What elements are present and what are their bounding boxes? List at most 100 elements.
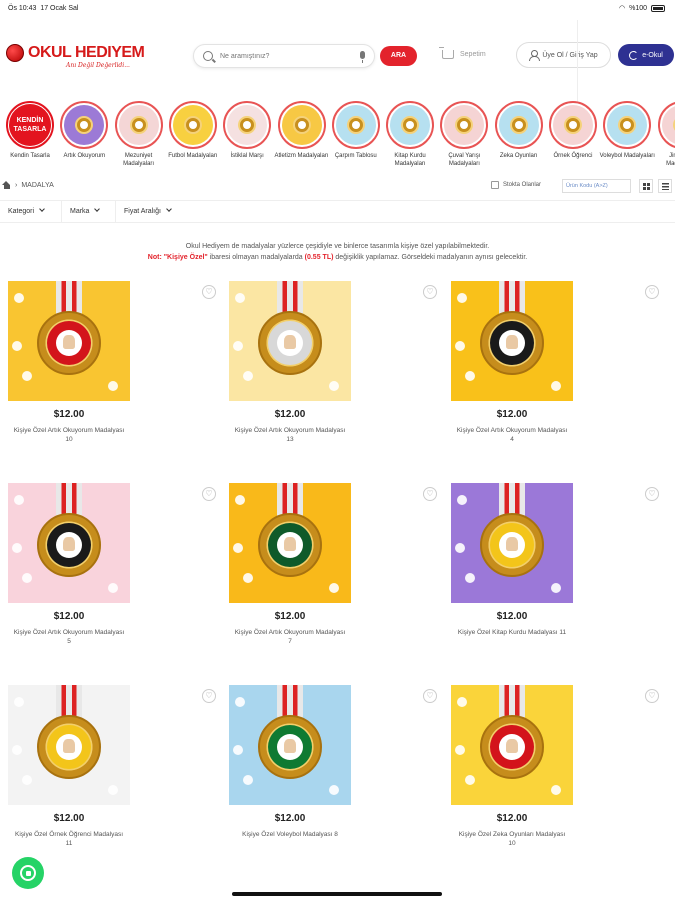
favorite-heart-icon[interactable]: ♡ [202, 285, 216, 299]
category-item[interactable]: Artık Okuyorum [56, 101, 112, 160]
category-item[interactable]: Zeka Oyunları [491, 101, 547, 160]
in-stock-filter[interactable]: Stokta Olanlar [491, 181, 541, 189]
medal-photo [499, 330, 525, 356]
category-label: Kitap Kurdu Madalyaları [394, 153, 426, 167]
product-card[interactable]: $12.00 Kişiye Özel Zeka Oyunları Madalyas… [451, 685, 573, 848]
category-item[interactable]: Çuval Yarışı Madalyaları [436, 101, 492, 168]
product-image[interactable] [8, 685, 130, 805]
flower-decoration [22, 371, 32, 381]
search-icon [203, 51, 213, 61]
whatsapp-button[interactable] [12, 857, 44, 889]
filter-price[interactable]: Fiyat Aralığı [116, 201, 192, 223]
category-item[interactable]: Jimnastik Madalyaları [654, 101, 675, 168]
product-name[interactable]: Kişiye Özel Artık Okuyorum Madalyası 13 [229, 426, 351, 444]
product-card[interactable]: $12.00 Kişiye Özel Kitap Kurdu Madalyası … [451, 483, 573, 637]
in-stock-checkbox[interactable] [491, 181, 499, 189]
category-circle [114, 101, 163, 149]
flower-decoration [14, 697, 24, 707]
category-item[interactable]: Kitap Kurdu Madalyaları [382, 101, 438, 168]
product-name[interactable]: Kişiye Özel Örnek Öğrenci Madalyası 11 [8, 830, 130, 848]
product-card[interactable]: $12.00 Kişiye Özel Voleybol Madalyası 8 [229, 685, 351, 839]
category-item[interactable]: Çarpım Tablosu [328, 101, 384, 160]
medal-photo [56, 330, 82, 356]
medal-ribbon [56, 685, 82, 719]
favorite-heart-icon[interactable]: ♡ [645, 689, 659, 703]
favorite-heart-icon[interactable]: ♡ [645, 285, 659, 299]
flower-decoration [235, 495, 245, 505]
favorite-heart-icon[interactable]: ♡ [423, 689, 437, 703]
product-card[interactable]: $12.00 Kişiye Özel Örnek Öğrenci Madalyas… [8, 685, 130, 848]
favorite-heart-icon[interactable]: ♡ [423, 487, 437, 501]
category-label: Çarpım Tablosu [334, 153, 377, 159]
product-image[interactable] [8, 281, 130, 401]
filter-category[interactable]: Kategori [0, 201, 62, 223]
product-name[interactable]: Kişiye Özel Artık Okuyorum Madalyası 4 [451, 426, 573, 444]
info-line-2: Not: "Kişiye Özel" ibaresi olmayan madal… [147, 254, 528, 261]
medal [480, 513, 544, 577]
medal-icon [292, 116, 311, 134]
category-item[interactable]: Mezuniyet Madalyaları [111, 101, 167, 168]
eokul-button[interactable]: e-Okul [618, 44, 674, 66]
filter-brand[interactable]: Marka [62, 201, 116, 223]
chevron-down-icon [166, 206, 172, 212]
cart-link[interactable]: Sepetim [439, 47, 486, 59]
product-price: $12.00 [53, 611, 85, 622]
product-card[interactable]: $12.00 Kişiye Özel Artık Okuyorum Madalya… [8, 483, 130, 646]
product-name[interactable]: Kişiye Özel Voleybol Madalyası 8 [229, 830, 351, 839]
product-image[interactable] [229, 281, 351, 401]
medal-ribbon [499, 483, 525, 517]
microphone-icon[interactable] [360, 51, 365, 63]
favorite-heart-icon[interactable]: ♡ [202, 689, 216, 703]
flower-decoration [329, 785, 339, 795]
medal [37, 311, 101, 375]
search-button[interactable]: ARA [380, 46, 417, 66]
medal-icon [455, 116, 474, 134]
medal-icon [401, 116, 420, 134]
product-image[interactable] [451, 483, 573, 603]
product-name[interactable]: Kişiye Özel Artık Okuyorum Madalyası 7 [229, 628, 351, 646]
category-item[interactable]: Atletizm Madalyaları [274, 101, 330, 160]
favorite-heart-icon[interactable]: ♡ [423, 285, 437, 299]
product-image[interactable] [229, 483, 351, 603]
product-name[interactable]: Kişiye Özel Artık Okuyorum Madalyası 5 [8, 628, 130, 646]
list-view-button[interactable] [658, 179, 672, 193]
product-card[interactable]: $12.00 Kişiye Özel Artık Okuyorum Madalya… [451, 281, 573, 444]
category-item[interactable]: KENDİN TASARLA Kendin Tasarla [2, 101, 58, 160]
battery-icon [651, 4, 665, 12]
sort-select[interactable]: Ürün Kodu (A>Z) [562, 179, 631, 193]
grid-view-button[interactable] [639, 179, 653, 193]
logo[interactable]: OKUL HEDIYEM Anı Değil Değerlidi... [6, 42, 156, 72]
product-card[interactable]: $12.00 Kişiye Özel Artık Okuyorum Madalya… [229, 281, 351, 444]
wifi-icon: ◠ [618, 5, 626, 12]
category-item[interactable]: Örnek Öğrenci [545, 101, 601, 160]
medal-photo [277, 330, 303, 356]
flower-decoration [243, 775, 253, 785]
category-item[interactable]: İstiklal Marşı [219, 101, 275, 160]
search-box [193, 44, 375, 68]
grid-icon [642, 182, 650, 190]
site-header: OKUL HEDIYEM Anı Değil Değerlidi... ARA … [0, 38, 675, 78]
category-item[interactable]: Futbol Madalyaları [165, 101, 221, 160]
product-card[interactable]: $12.00 Kişiye Özel Artık Okuyorum Madalya… [8, 281, 130, 444]
product-name[interactable]: Kişiye Özel Zeka Oyunları Madalyası 10 [451, 830, 573, 848]
product-card[interactable]: $12.00 Kişiye Özel Artık Okuyorum Madalya… [229, 483, 351, 646]
product-name[interactable]: Kişiye Özel Artık Okuyorum Madalyası 10 [8, 426, 130, 444]
product-image[interactable] [451, 281, 573, 401]
product-name[interactable]: Kişiye Özel Kitap Kurdu Madalyası 11 [451, 628, 573, 637]
battery-percent: %100 [629, 4, 647, 12]
product-image[interactable] [8, 483, 130, 603]
login-button[interactable]: Üye Ol / Giriş Yap [516, 42, 611, 68]
product-image[interactable] [451, 685, 573, 805]
product-image[interactable] [229, 685, 351, 805]
sync-icon [629, 50, 639, 60]
breadcrumb-current[interactable]: MADALYA [21, 182, 53, 189]
category-item[interactable]: Voleybol Madalyaları [599, 101, 655, 160]
flower-decoration [12, 543, 22, 553]
favorite-heart-icon[interactable]: ♡ [645, 487, 659, 501]
home-icon[interactable] [2, 181, 11, 189]
product-price: $12.00 [496, 611, 528, 622]
info-text: Okul Hediyem de madalyalar yüzlerce çeşi… [0, 241, 675, 263]
search-input[interactable] [220, 48, 350, 65]
medal-photo [499, 734, 525, 760]
favorite-heart-icon[interactable]: ♡ [202, 487, 216, 501]
